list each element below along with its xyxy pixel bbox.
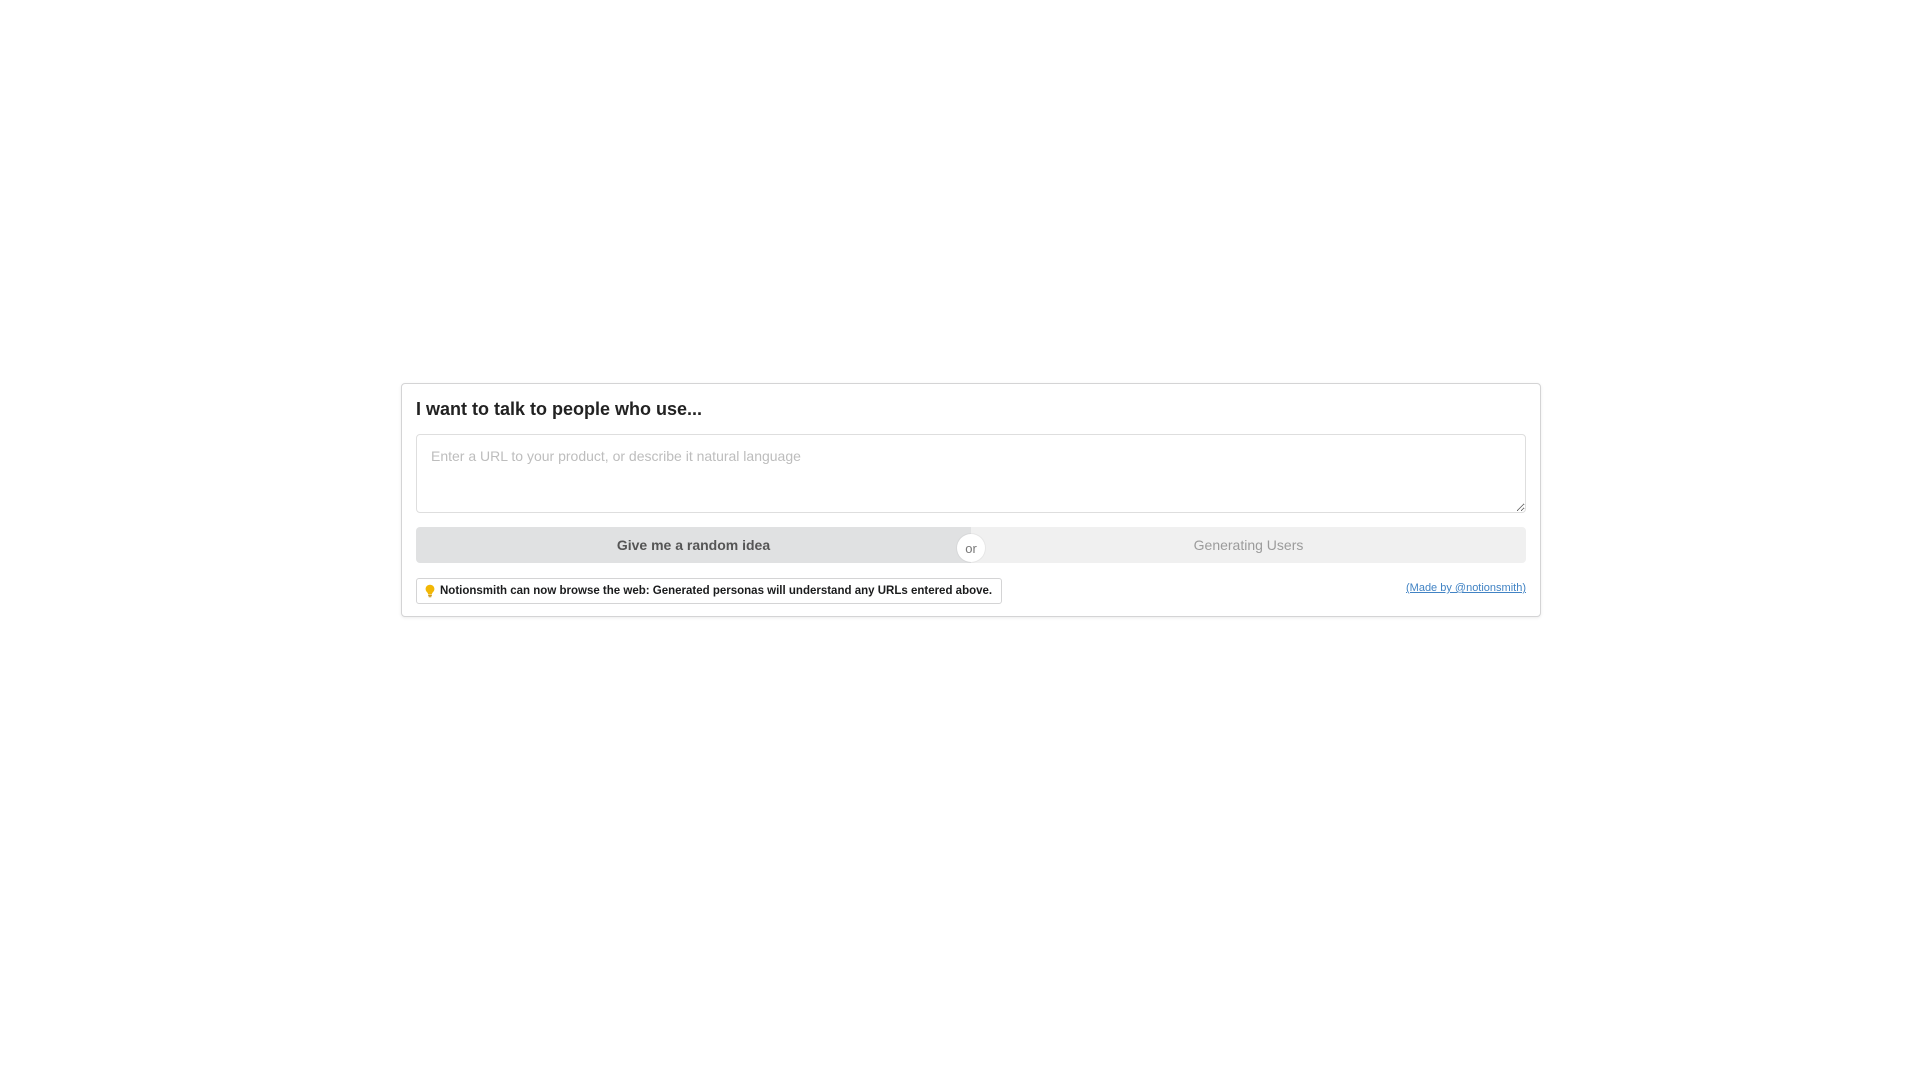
form-heading: I want to talk to people who use... [416, 399, 703, 419]
random-idea-button[interactable]: Give me a random idea [416, 527, 971, 563]
or-divider: or [957, 534, 985, 562]
lightbulb-icon [424, 584, 436, 598]
action-button-group: Give me a random idea or Generating User… [416, 527, 1526, 563]
generate-users-button[interactable]: Generating Users [971, 527, 1526, 563]
product-input-wrapper [416, 434, 1526, 513]
form-footer: Notionsmith can now browse the web: Gene… [416, 578, 1526, 604]
made-by-link[interactable]: (Made by @notionsmith) [1406, 582, 1526, 594]
product-description-input[interactable] [416, 434, 1526, 513]
persona-form-card: I want to talk to people who use... Give… [401, 383, 1541, 617]
web-browse-notice: Notionsmith can now browse the web: Gene… [416, 578, 1003, 604]
web-browse-notice-text: Notionsmith can now browse the web: Gene… [440, 585, 993, 597]
